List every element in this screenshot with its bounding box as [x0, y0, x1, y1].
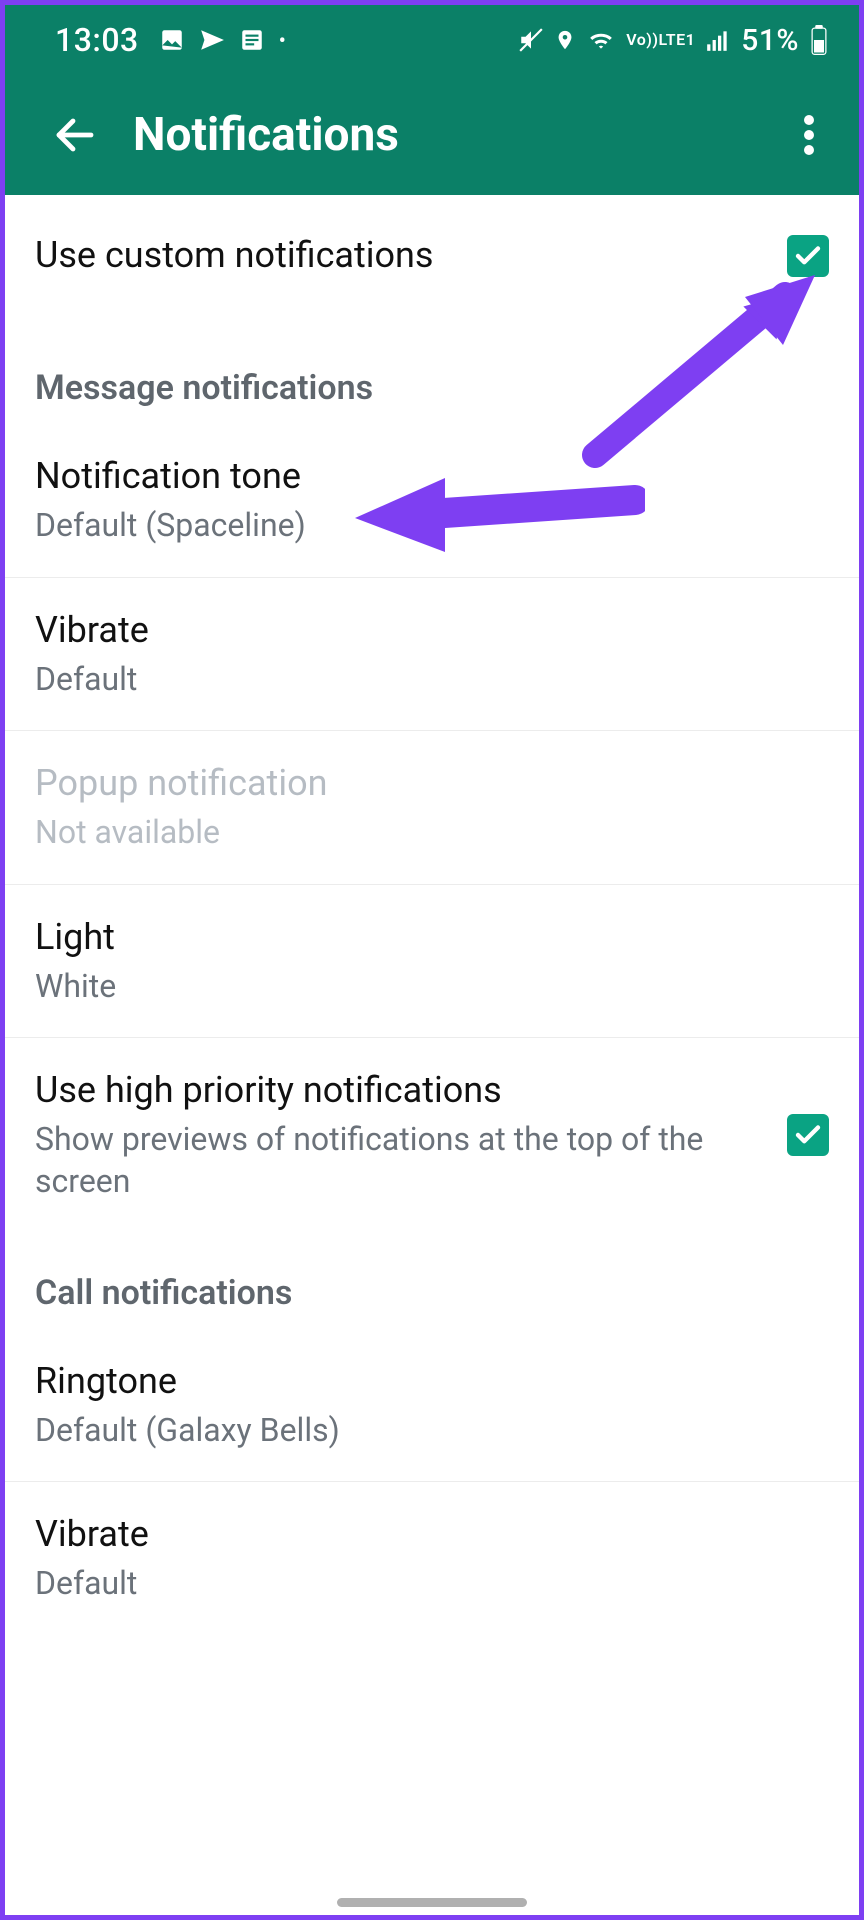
call-vibrate-title: Vibrate [35, 1512, 809, 1557]
ringtone-row[interactable]: Ringtone Default (Galaxy Bells) [5, 1329, 859, 1483]
notification-tone-sub: Default (Spaceline) [35, 505, 809, 547]
message-vibrate-sub: Default [35, 659, 809, 701]
light-sub: White [35, 966, 809, 1008]
page-title: Notifications [133, 108, 779, 162]
back-button[interactable] [35, 111, 115, 159]
send-icon [199, 27, 225, 53]
more-vert-icon [804, 113, 814, 157]
status-bar: 13:03 • Vo))LTE1 [5, 5, 859, 75]
use-custom-notifications-row[interactable]: Use custom notifications [5, 195, 859, 288]
ringtone-title: Ringtone [35, 1359, 809, 1404]
wifi-icon [586, 27, 616, 53]
check-icon [793, 1120, 823, 1150]
nav-handle[interactable] [337, 1898, 527, 1907]
use-custom-notifications-label: Use custom notifications [35, 233, 767, 278]
ringtone-sub: Default (Galaxy Bells) [35, 1410, 809, 1452]
gallery-icon [159, 27, 185, 53]
battery-icon [809, 25, 829, 55]
popup-notification-row: Popup notification Not available [5, 731, 859, 885]
overflow-menu-button[interactable] [779, 113, 839, 157]
popup-notification-sub: Not available [35, 812, 809, 854]
settings-list: Use custom notifications Message notific… [5, 195, 859, 1635]
check-icon [793, 241, 823, 271]
high-priority-sub: Show previews of notifications at the to… [35, 1119, 767, 1202]
high-priority-title: Use high priority notifications [35, 1068, 767, 1113]
battery-text: 51% [741, 23, 799, 58]
news-icon [239, 27, 265, 53]
high-priority-checkbox[interactable] [787, 1114, 829, 1156]
call-vibrate-row[interactable]: Vibrate Default [5, 1482, 859, 1635]
nav-bar [5, 1898, 859, 1907]
notification-tone-title: Notification tone [35, 454, 809, 499]
volte-icon: Vo))LTE1 [626, 33, 695, 47]
high-priority-row[interactable]: Use high priority notifications Show pre… [5, 1038, 859, 1232]
popup-notification-title: Popup notification [35, 761, 809, 806]
status-right: Vo))LTE1 51% [518, 23, 829, 58]
call-notifications-header: Call notifications [5, 1233, 859, 1329]
call-vibrate-sub: Default [35, 1563, 809, 1605]
status-dot-icon: • [279, 28, 287, 52]
location-icon [554, 27, 576, 53]
mute-icon [518, 27, 544, 53]
message-notifications-header: Message notifications [5, 288, 859, 424]
screen: 13:03 • Vo))LTE1 [0, 0, 864, 1920]
light-title: Light [35, 915, 809, 960]
light-row[interactable]: Light White [5, 885, 859, 1039]
notification-tone-row[interactable]: Notification tone Default (Spaceline) [5, 424, 859, 578]
arrow-left-icon [51, 111, 99, 159]
app-bar: Notifications [5, 75, 859, 195]
status-clock: 13:03 [55, 21, 139, 59]
message-vibrate-row[interactable]: Vibrate Default [5, 578, 859, 732]
message-vibrate-title: Vibrate [35, 608, 809, 653]
use-custom-notifications-checkbox[interactable] [787, 235, 829, 277]
signal-icon [705, 27, 731, 53]
status-left: 13:03 • [55, 21, 286, 59]
